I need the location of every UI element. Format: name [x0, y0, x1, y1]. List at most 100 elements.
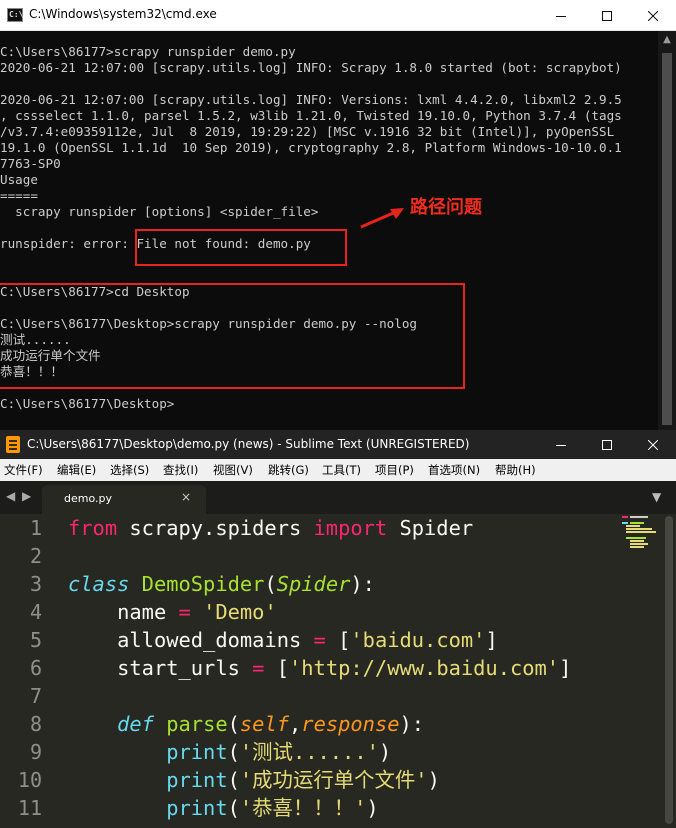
line-number: 7: [29, 684, 42, 708]
line-number-gutter: 1 2 3 4 5 6 7 8 9 10 11: [0, 514, 56, 828]
cmd-window-title: C:\Windows\system32\cmd.exe: [29, 7, 217, 21]
menu-goto[interactable]: 跳转(G): [268, 462, 309, 478]
tab-demo-py[interactable]: demo.py ×: [42, 485, 206, 514]
line-number: 1: [29, 516, 42, 540]
editor-scrollbar[interactable]: [662, 514, 676, 828]
code-line: def parse(self,response):: [68, 710, 424, 738]
maximize-button[interactable]: [584, 430, 630, 459]
console-line: 2020-06-21 12:07:00 [scrapy.utils.log] I…: [0, 92, 622, 107]
tab-bar: ◀ ▶ demo.py × ▼: [0, 481, 676, 514]
cmd-titlebar[interactable]: C:\ C:\Windows\system32\cmd.exe: [0, 0, 676, 31]
annotation-label: 路径问题: [410, 197, 482, 218]
tab-close-icon[interactable]: ×: [181, 490, 191, 504]
code-line: from scrapy.spiders import Spider: [68, 514, 473, 542]
line-number: 5: [29, 628, 42, 652]
menu-view[interactable]: 视图(V): [213, 462, 253, 478]
success-highlight-box: [0, 283, 465, 389]
maximize-icon: [602, 10, 612, 21]
code-line: print('成功运行单个文件'): [68, 766, 440, 794]
menu-preferences[interactable]: 首选项(N): [428, 462, 480, 478]
code-text: ,: [289, 712, 302, 736]
console-icon: C:\: [7, 8, 23, 22]
code-text: (: [227, 712, 240, 736]
parameter: self: [239, 712, 290, 736]
cmd-window: C:\ C:\Windows\system32\cmd.exe C:\Users…: [0, 0, 676, 430]
console-line: scrapy runspider [options] <spider_file>: [0, 204, 319, 219]
string: '测试......': [239, 740, 379, 764]
minimize-icon: [556, 15, 566, 17]
function-name: parse: [166, 712, 228, 736]
code-text: ):: [399, 712, 425, 736]
error-highlight-box: [135, 229, 347, 266]
code-text: [: [276, 656, 289, 680]
code-text: ): [366, 796, 379, 820]
string: 'Demo': [203, 600, 277, 624]
class-name: DemoSpider: [141, 572, 265, 596]
parameter: response: [301, 712, 400, 736]
sublime-logo-icon: [6, 436, 20, 453]
code-text: (: [227, 740, 240, 764]
tab-menu-icon[interactable]: ▼: [652, 490, 661, 504]
cmd-scrollbar[interactable]: ▲: [658, 31, 676, 430]
string: 'baidu.com': [350, 628, 486, 652]
line-number: 10: [17, 768, 42, 792]
menu-selection[interactable]: 选择(S): [110, 462, 149, 478]
menu-find[interactable]: 查找(I): [163, 462, 198, 478]
close-icon: [648, 439, 658, 450]
console-line: C:\Users\86177>scrapy runspider demo.py: [0, 44, 296, 59]
tab-scroll-right-icon[interactable]: ▶: [22, 489, 31, 503]
maximize-button[interactable]: [584, 0, 630, 31]
menu-project[interactable]: 项目(P): [375, 462, 414, 478]
code-text: scrapy.spiders: [117, 516, 314, 540]
builtin-function: print: [166, 740, 228, 764]
code-text: Spider: [387, 516, 474, 540]
operator: =: [166, 600, 204, 624]
console-line: =====: [0, 188, 38, 203]
line-number: 4: [29, 600, 42, 624]
line-number: 2: [29, 544, 42, 568]
keyword: from: [68, 516, 118, 540]
console-line: C:\Users\86177\Desktop>: [0, 396, 175, 411]
scroll-up-icon[interactable]: ▲: [658, 33, 676, 47]
console-icon-label: C:\: [9, 10, 24, 19]
minimap[interactable]: [620, 514, 660, 554]
sublime-titlebar[interactable]: C:\Users\86177\Desktop\demo.py (news) - …: [0, 430, 676, 459]
minimize-button[interactable]: [538, 430, 584, 459]
close-button[interactable]: [630, 0, 676, 31]
tab-label: demo.py: [64, 492, 112, 505]
editor-scrollbar-thumb[interactable]: [665, 516, 673, 824]
code-line: print('恭喜！！！'): [68, 794, 379, 822]
menu-edit[interactable]: 编辑(E): [57, 462, 96, 478]
minimize-button[interactable]: [538, 0, 584, 31]
menu-tools[interactable]: 工具(T): [322, 462, 361, 478]
maximize-icon: [602, 439, 612, 450]
code-line: print('测试......'): [68, 738, 391, 766]
string: '恭喜！！！': [239, 796, 367, 820]
menu-file[interactable]: 文件(F): [4, 462, 43, 478]
close-button[interactable]: [630, 430, 676, 459]
cmd-scrollbar-thumb[interactable]: [662, 53, 672, 425]
code-text: start_urls: [117, 656, 240, 680]
menu-help[interactable]: 帮助(H): [495, 462, 536, 478]
string: '成功运行单个文件': [239, 768, 428, 792]
keyword: import: [313, 516, 388, 540]
sublime-window: C:\Users\86177\Desktop\demo.py (news) - …: [0, 430, 676, 828]
sublime-window-title: C:\Users\86177\Desktop\demo.py (news) - …: [27, 437, 470, 451]
code-text: (: [227, 796, 240, 820]
code-text: allowed_domains: [117, 628, 302, 652]
console-line: 2020-06-21 12:07:00 [scrapy.utils.log] I…: [0, 60, 622, 75]
base-class: Spider: [276, 572, 351, 596]
line-number: 8: [29, 712, 42, 736]
code-text: ]: [559, 656, 572, 680]
keyword: def: [117, 712, 154, 736]
line-number: 11: [17, 796, 42, 820]
annotation-arrow-icon: [360, 208, 404, 229]
code-editor[interactable]: from scrapy.spiders import Spider class …: [68, 514, 618, 828]
tab-scroll-left-icon[interactable]: ◀: [6, 489, 15, 503]
